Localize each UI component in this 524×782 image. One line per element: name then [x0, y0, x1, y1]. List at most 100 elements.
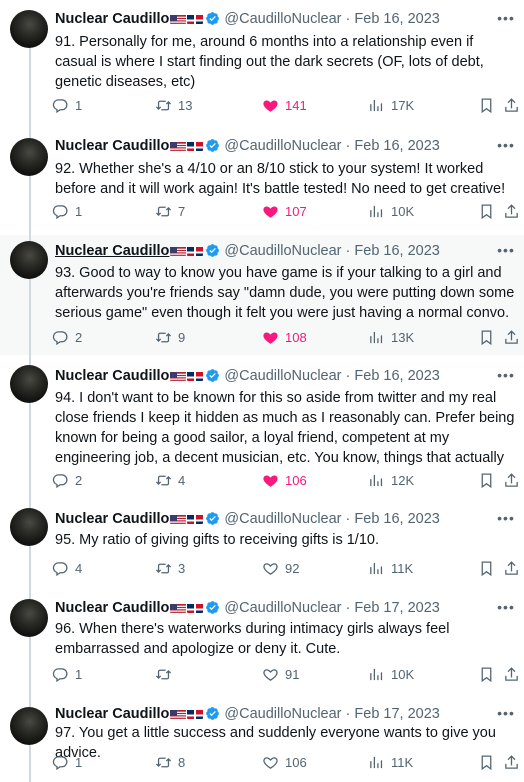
share-button[interactable] [503, 327, 520, 347]
reply-button[interactable]: 2 [52, 327, 82, 347]
tweet-date[interactable]: Feb 16, 2023 [354, 243, 439, 259]
reply-button[interactable]: 1 [52, 752, 82, 772]
more-icon[interactable]: ••• [496, 368, 516, 387]
views-icon [370, 474, 383, 486]
author-handle[interactable]: @CaudilloNuclear [224, 138, 341, 154]
avatar[interactable] [10, 241, 48, 279]
bookmark-button[interactable] [478, 752, 495, 772]
author-name[interactable]: Nuclear Caudillo [55, 511, 169, 527]
tweet[interactable]: Nuclear Caudillo @CaudilloNuclear · Feb 1… [0, 697, 524, 782]
author-name[interactable]: Nuclear Caudillo [55, 706, 169, 722]
tweet-date[interactable]: Feb 16, 2023 [354, 138, 439, 154]
share-button[interactable] [503, 470, 520, 490]
like-button[interactable]: 106 [262, 470, 307, 490]
bookmark-button[interactable] [478, 201, 495, 221]
author-handle[interactable]: @CaudilloNuclear [224, 11, 341, 27]
author-name[interactable]: Nuclear Caudillo [55, 11, 169, 27]
bookmark-button[interactable] [478, 558, 495, 578]
tweet-date[interactable]: Feb 17, 2023 [354, 600, 439, 616]
bookmark-button[interactable] [478, 470, 495, 490]
reply-button[interactable]: 4 [52, 558, 82, 578]
retweet-button[interactable]: 7 [155, 201, 185, 221]
views-icon [370, 756, 383, 768]
like-button[interactable]: 91 [262, 664, 299, 684]
share-button[interactable] [503, 201, 520, 221]
views-button[interactable]: 10K [368, 664, 414, 684]
views-icon [370, 562, 383, 574]
author-name[interactable]: Nuclear Caudillo [55, 368, 169, 384]
tweet[interactable]: Nuclear Caudillo @CaudilloNuclear · Feb 1… [0, 589, 524, 697]
retweet-button[interactable]: 9 [155, 327, 185, 347]
more-icon[interactable]: ••• [496, 600, 516, 619]
like-button[interactable]: 141 [262, 95, 307, 115]
separator-dot: · [345, 11, 351, 27]
avatar[interactable] [10, 10, 48, 48]
more-icon[interactable]: ••• [496, 511, 516, 530]
bookmark-button[interactable] [478, 327, 495, 347]
like-button[interactable]: 108 [262, 327, 307, 347]
retweet-button[interactable]: 4 [155, 470, 185, 490]
more-icon[interactable]: ••• [496, 138, 516, 157]
tweet[interactable]: Nuclear Caudillo @CaudilloNuclear · Feb 1… [0, 126, 524, 235]
retweet-button[interactable]: 13 [155, 95, 192, 115]
bookmark-icon [481, 203, 492, 219]
more-icon[interactable]: ••• [496, 243, 516, 262]
views-icon [370, 331, 383, 343]
reply-button[interactable]: 1 [52, 95, 82, 115]
like-button[interactable]: 106 [262, 752, 307, 772]
reply-button[interactable]: 2 [52, 470, 82, 490]
author-handle[interactable]: @CaudilloNuclear [224, 368, 341, 384]
author-handle[interactable]: @CaudilloNuclear [224, 600, 341, 616]
author-name[interactable]: Nuclear Caudillo [55, 243, 169, 259]
us-flag-icon [170, 245, 187, 256]
views-button[interactable]: 11K [368, 558, 413, 578]
author-handle[interactable]: @CaudilloNuclear [224, 243, 341, 259]
avatar[interactable] [10, 508, 48, 546]
retweet-icon [155, 757, 172, 767]
bookmark-button[interactable] [478, 95, 495, 115]
tweet[interactable]: Nuclear Caudillo @CaudilloNuclear · Feb 1… [0, 235, 524, 355]
retweet-button[interactable] [155, 664, 178, 684]
reply-button[interactable]: 1 [52, 664, 82, 684]
share-icon [505, 203, 518, 218]
views-button[interactable]: 10K [368, 201, 414, 221]
avatar[interactable] [10, 599, 48, 637]
retweet-button[interactable]: 8 [155, 752, 185, 772]
tweet-text: 94. I don't want to be known for this so… [55, 390, 515, 466]
tweet-text: 96. When there's waterworks during intim… [55, 621, 450, 657]
author-name[interactable]: Nuclear Caudillo [55, 138, 169, 154]
tweet-date[interactable]: Feb 16, 2023 [354, 368, 439, 384]
views-button[interactable]: 11K [368, 752, 413, 772]
reply-button[interactable]: 1 [52, 201, 82, 221]
views-button[interactable]: 17K [368, 95, 414, 115]
views-button[interactable]: 13K [368, 327, 414, 347]
tweet-header: Nuclear Caudillo @CaudilloNuclear · Feb 1… [55, 367, 495, 385]
tweet-date[interactable]: Feb 16, 2023 [354, 511, 439, 527]
tweet-date[interactable]: Feb 16, 2023 [354, 11, 439, 27]
bookmark-icon [481, 754, 492, 770]
retweet-button[interactable]: 3 [155, 558, 185, 578]
avatar[interactable] [10, 138, 48, 176]
like-button[interactable]: 107 [262, 201, 307, 221]
author-handle[interactable]: @CaudilloNuclear [224, 706, 341, 722]
author-handle[interactable]: @CaudilloNuclear [224, 511, 341, 527]
views-button[interactable]: 12K [368, 470, 414, 490]
tweet[interactable]: Nuclear Caudillo @CaudilloNuclear · Feb 1… [0, 0, 524, 126]
avatar[interactable] [10, 707, 48, 745]
author-name[interactable]: Nuclear Caudillo [55, 600, 169, 616]
tweet-date[interactable]: Feb 17, 2023 [354, 706, 439, 722]
tweet-text: 92. Whether she's a 4/10 or an 8/10 stic… [55, 161, 506, 197]
tweet-actions: 1 7 107 10K [52, 201, 520, 221]
tweet[interactable]: Nuclear Caudillo @CaudilloNuclear · Feb 1… [0, 355, 524, 498]
tweet[interactable]: Nuclear Caudillo @CaudilloNuclear · Feb 1… [0, 498, 524, 589]
views-count: 11K [391, 560, 414, 576]
more-icon[interactable]: ••• [496, 11, 516, 30]
share-button[interactable] [503, 95, 520, 115]
share-button[interactable] [503, 752, 520, 772]
reply-count: 1 [75, 97, 83, 113]
share-button[interactable] [503, 664, 520, 684]
share-button[interactable] [503, 558, 520, 578]
avatar[interactable] [10, 365, 48, 403]
bookmark-button[interactable] [478, 664, 495, 684]
like-button[interactable]: 92 [262, 558, 299, 578]
